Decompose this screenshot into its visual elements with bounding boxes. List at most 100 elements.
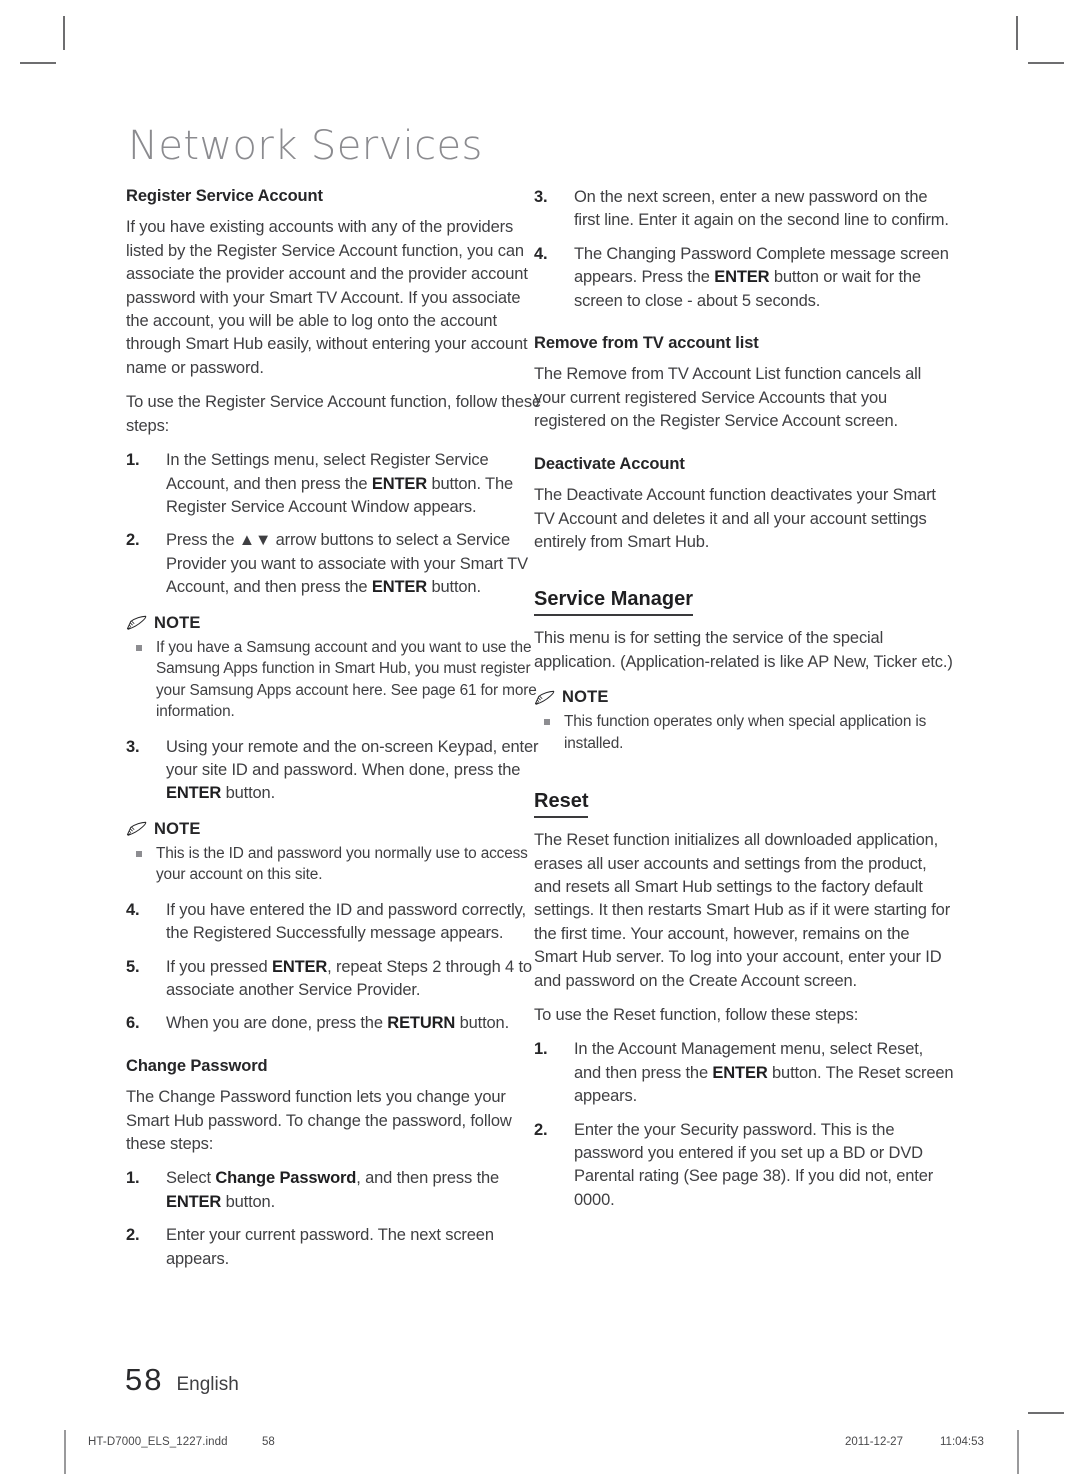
bullet-square-icon (136, 644, 142, 651)
note-item: If you have a Samsung account and you wa… (126, 637, 546, 723)
page-language: English (176, 1374, 239, 1395)
step-number: 4. (534, 244, 548, 263)
step-number: 6. (126, 1014, 140, 1033)
pencil-icon (534, 690, 555, 705)
note-label: NOTE (562, 688, 609, 707)
step-text: Enter your current password. The next sc… (166, 1226, 494, 1268)
step-emphasis: ENTER (271, 957, 328, 976)
steps-register-b: 3. Using your remote and the on-screen Ke… (126, 736, 546, 806)
step-item: 2. Press the ▲▼ arrow buttons to select a… (126, 529, 546, 599)
step-item: 4. If you have entered the ID and passwor… (126, 899, 546, 946)
page-number-block: 58 English (125, 1362, 239, 1398)
manual-page: Network Services Register Service Accoun… (0, 0, 1080, 1479)
step-text: On the next screen, enter a new password… (574, 188, 949, 230)
step-item: 1. In the Account Management menu, select… (534, 1038, 954, 1108)
step-text: When you are done, press the (166, 1014, 388, 1033)
step-item: 3. On the next screen, enter a new passwo… (534, 186, 954, 233)
note-header: NOTE (126, 820, 546, 839)
step-number: 5. (126, 957, 140, 976)
page-title: Network Services (128, 123, 483, 169)
note-item-text: This is the ID and password you normally… (156, 844, 528, 884)
crop-mark-top-right-vertical (1016, 16, 1018, 50)
note-header: NOTE (534, 688, 954, 707)
step-number: 2. (126, 531, 140, 550)
footer-date: 2011-12-27 (845, 1436, 903, 1448)
paragraph: If you have existing accounts with any o… (126, 218, 528, 377)
step-number: 2. (534, 1120, 548, 1139)
print-footer: HT-D7000_ELS_1227.indd 58 2011-12-27 11:… (0, 1432, 1080, 1462)
step-number: 1. (126, 451, 140, 470)
steps-register-a: 1. In the Settings menu, select Register … (126, 449, 546, 599)
step-item: 2. Enter the your Security password. This… (534, 1119, 954, 1213)
section-heading-deactivate-account: Deactivate Account (534, 454, 685, 473)
step-text: button. (427, 578, 481, 597)
note-block-id-password: NOTE This is the ID and password you nor… (126, 820, 546, 886)
paragraph: The Remove from TV Account List function… (534, 365, 922, 431)
reset-heading-wrap: Reset (534, 767, 954, 829)
steps-change-password-continued: 3. On the next screen, enter a new passwo… (534, 186, 954, 313)
step-text: , and then press the (356, 1169, 500, 1188)
steps-change-password: 1. Select Change Password, and then press… (126, 1167, 546, 1271)
note-item: This function operates only when special… (534, 711, 954, 754)
footer-file-page: 58 (262, 1436, 275, 1448)
step-emphasis: ENTER (166, 1192, 222, 1211)
paragraph: To use the Register Service Account func… (126, 393, 542, 435)
note-label: NOTE (154, 613, 201, 632)
pencil-icon (126, 615, 147, 630)
step-emphasis: ENTER (166, 784, 222, 803)
bullet-square-icon (136, 850, 142, 857)
step-number: 2. (126, 1226, 140, 1245)
service-manager-heading-wrap: Service Manager (534, 565, 954, 627)
step-text: button. (221, 784, 276, 803)
note-header: NOTE (126, 614, 546, 633)
step-emphasis: Change Password (215, 1169, 357, 1188)
note-block-service-manager: NOTE This function operates only when sp… (534, 688, 954, 754)
steps-register-c: 4. If you have entered the ID and passwor… (126, 899, 546, 1036)
step-text: If you have entered the ID and password … (166, 900, 526, 943)
section-heading-change-password: Change Password (126, 1056, 268, 1075)
left-column: Register Service Account If you have exi… (126, 186, 546, 1282)
page-number: 58 (125, 1362, 164, 1397)
note-item: This is the ID and password you normally… (126, 843, 546, 886)
footer-time: 11:04:53 (940, 1436, 984, 1448)
note-items: If you have a Samsung account and you wa… (126, 637, 546, 723)
step-text: If you pressed (166, 957, 272, 976)
step-number: 3. (534, 188, 548, 206)
step-item: 1. Select Change Password, and then press… (126, 1167, 546, 1214)
section-heading-service-manager: Service Manager (534, 587, 693, 617)
step-text: Using your remote and the on-screen Keyp… (166, 737, 539, 779)
step-number: 3. (126, 737, 140, 756)
step-emphasis: RETURN (387, 1014, 456, 1033)
section-heading-reset: Reset (534, 789, 589, 819)
note-items: This is the ID and password you normally… (126, 843, 546, 886)
note-item-text: This function operates only when special… (564, 713, 927, 752)
crop-mark-bottom-right-horizontal (1028, 1412, 1064, 1414)
pencil-icon (126, 822, 147, 836)
crop-mark-top-right-horizontal (1028, 62, 1064, 64)
step-item: 6. When you are done, press the RETURN bu… (126, 1012, 546, 1035)
note-label: NOTE (154, 819, 201, 838)
crop-mark-top-left-vertical (63, 16, 65, 50)
footer-file-name: HT-D7000_ELS_1227.indd (88, 1436, 228, 1448)
step-text: button. (221, 1192, 276, 1211)
step-item: 1. In the Settings menu, select Register … (126, 449, 546, 519)
step-text: Enter the your Security password. This i… (574, 1120, 934, 1209)
bullet-square-icon (544, 719, 550, 726)
right-column: 3. On the next screen, enter a new passwo… (534, 186, 954, 1223)
note-items: This function operates only when special… (534, 711, 954, 754)
step-item: 5. If you pressed ENTER, repeat Steps 2 t… (126, 956, 546, 1003)
step-number: 1. (534, 1040, 548, 1059)
paragraph: This menu is for setting the service of … (534, 629, 953, 671)
step-emphasis: ENTER (371, 578, 428, 597)
step-emphasis: ENTER (371, 474, 428, 493)
paragraph: To use the Reset function, follow these … (534, 1006, 859, 1024)
step-item: 3. Using your remote and the on-screen Ke… (126, 736, 546, 806)
step-number: 4. (126, 900, 140, 919)
step-item: 4. The Changing Password Complete message… (534, 243, 954, 313)
step-text: button. (455, 1014, 510, 1033)
step-number: 1. (126, 1169, 140, 1188)
note-block-samsung-account: NOTE If you have a Samsung account and y… (126, 614, 546, 723)
paragraph: The Deactivate Account function deactiva… (534, 486, 936, 551)
step-text: Select (166, 1169, 216, 1188)
paragraph: The Reset function initializes all downl… (534, 831, 951, 990)
